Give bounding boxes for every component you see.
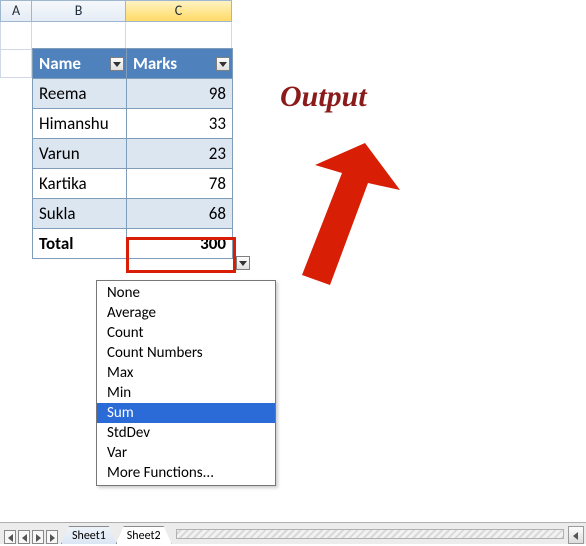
menu-item-count[interactable]: Count	[97, 323, 275, 343]
column-header-a[interactable]: A	[0, 0, 32, 22]
tab-nav	[0, 530, 62, 544]
column-header-c[interactable]: C	[126, 0, 232, 22]
menu-item-var[interactable]: Var	[97, 443, 275, 463]
cell-marks[interactable]: 68	[127, 199, 233, 229]
total-value[interactable]: 300	[127, 229, 233, 259]
sheet-tab-2[interactable]: Sheet2	[116, 526, 172, 544]
cell-marks[interactable]: 98	[127, 79, 233, 109]
data-table: Name Marks Reema98 Himanshu33 Varun23 Ka…	[32, 48, 233, 259]
tab-nav-prev-icon[interactable]	[18, 530, 30, 544]
menu-item-sum[interactable]: Sum	[97, 403, 275, 423]
menu-item-more[interactable]: More Functions...	[97, 463, 275, 483]
column-header-b[interactable]: B	[32, 0, 126, 22]
total-dropdown-icon[interactable]	[236, 256, 250, 270]
filter-icon[interactable]	[216, 57, 230, 71]
table-row: Varun23	[33, 139, 233, 169]
function-dropdown: None Average Count Count Numbers Max Min…	[96, 280, 276, 486]
header-name-label: Name	[39, 53, 81, 74]
cell-name[interactable]: Himanshu	[33, 109, 127, 139]
cell-marks[interactable]: 23	[127, 139, 233, 169]
menu-item-count-numbers[interactable]: Count Numbers	[97, 343, 275, 363]
header-marks-label: Marks	[133, 53, 177, 74]
arrow-icon	[270, 135, 400, 285]
tab-nav-next-icon[interactable]	[32, 530, 44, 544]
annotation-output: Output	[280, 80, 367, 114]
cell-marks[interactable]: 33	[127, 109, 233, 139]
header-marks[interactable]: Marks	[127, 49, 233, 79]
total-label[interactable]: Total	[33, 229, 127, 259]
tab-nav-first-icon[interactable]	[4, 530, 16, 544]
table-row: Kartika78	[33, 169, 233, 199]
cell-name[interactable]: Kartika	[33, 169, 127, 199]
menu-item-none[interactable]: None	[97, 283, 275, 303]
table-row: Sukla68	[33, 199, 233, 229]
menu-item-max[interactable]: Max	[97, 363, 275, 383]
table-row: Himanshu33	[33, 109, 233, 139]
total-row: Total 300	[33, 229, 233, 259]
column-header-row: A B C	[0, 0, 586, 22]
cell-name[interactable]: Sukla	[33, 199, 127, 229]
tab-strip[interactable]	[176, 529, 564, 539]
menu-item-average[interactable]: Average	[97, 303, 275, 323]
table-row: Reema98	[33, 79, 233, 109]
menu-item-stddev[interactable]: StdDev	[97, 423, 275, 443]
sheet-tab-bar: Sheet1 Sheet2	[0, 522, 586, 544]
scroll-left-icon[interactable]	[568, 526, 584, 544]
filter-icon[interactable]	[110, 57, 124, 71]
menu-item-min[interactable]: Min	[97, 383, 275, 403]
sheet-tab-1[interactable]: Sheet1	[61, 526, 117, 544]
cell-name[interactable]: Varun	[33, 139, 127, 169]
tab-nav-last-icon[interactable]	[46, 530, 58, 544]
header-name[interactable]: Name	[33, 49, 127, 79]
cell-name[interactable]: Reema	[33, 79, 127, 109]
cell-marks[interactable]: 78	[127, 169, 233, 199]
